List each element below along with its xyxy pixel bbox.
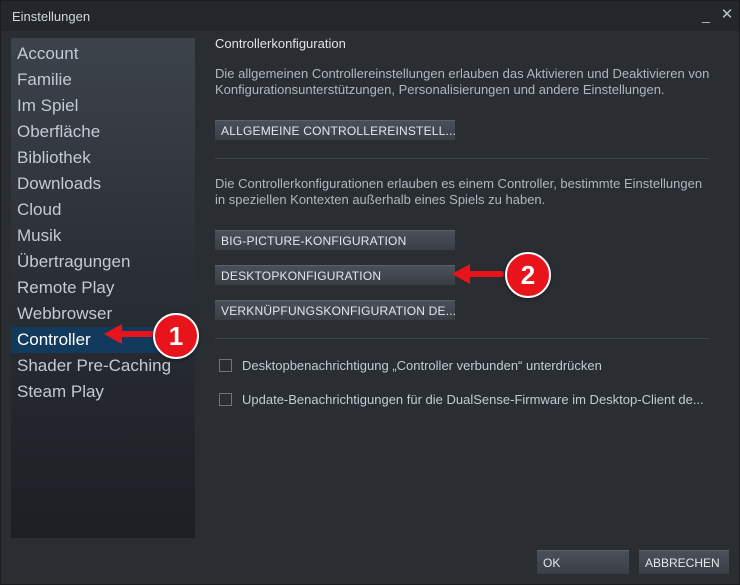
annotation-arrows (104, 264, 504, 344)
annotation-badge-1: 1 (153, 313, 199, 359)
arrow-2 (452, 264, 504, 284)
arrow-1 (104, 324, 155, 344)
annotation-badge-2: 2 (505, 252, 551, 298)
